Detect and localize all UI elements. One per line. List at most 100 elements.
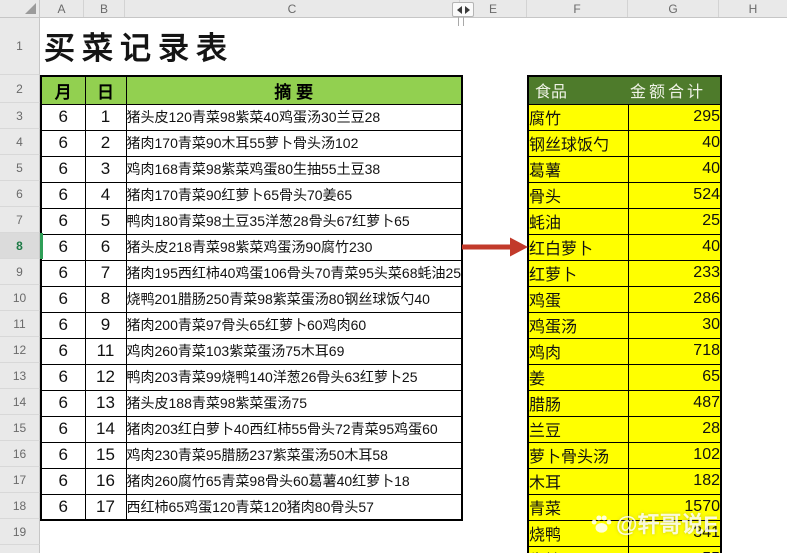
cell-item[interactable]: 葛薯 — [528, 156, 628, 182]
cell-month[interactable]: 6 — [41, 156, 85, 182]
cell-summary[interactable]: 猪肉170青菜90红萝卜65骨头70姜65 — [126, 182, 462, 208]
select-all-corner[interactable] — [0, 0, 40, 17]
cell-day[interactable]: 4 — [85, 182, 126, 208]
cell-total[interactable]: 102 — [628, 442, 721, 468]
cell-item[interactable]: 钢丝球饭勺 — [528, 130, 628, 156]
cell-month[interactable]: 6 — [41, 468, 85, 494]
row-header-8-active[interactable]: 8 — [0, 233, 40, 259]
month-column-header[interactable]: 月 — [41, 76, 85, 104]
cell-item[interactable]: 鸡蛋 — [528, 286, 628, 312]
row-header-7[interactable]: 7 — [0, 207, 40, 233]
cell-item[interactable]: 骨头 — [528, 182, 628, 208]
cell-day[interactable]: 9 — [85, 312, 126, 338]
cell-day[interactable]: 15 — [85, 442, 126, 468]
row-header-16[interactable]: 16 — [0, 441, 40, 467]
cell-summary[interactable]: 鸡肉168青菜98紫菜鸡蛋80生抽55土豆38 — [126, 156, 462, 182]
row-header-15[interactable]: 15 — [0, 415, 40, 441]
cell-month[interactable]: 6 — [41, 390, 85, 416]
cell-total[interactable]: 40 — [628, 130, 721, 156]
row-header-10[interactable]: 10 — [0, 285, 40, 311]
column-header-a[interactable]: A — [40, 0, 84, 17]
cell-total[interactable]: 30 — [628, 312, 721, 338]
row-header-11[interactable]: 11 — [0, 311, 40, 337]
cell-item[interactable]: 蚝油 — [528, 208, 628, 234]
cell-day[interactable]: 8 — [85, 286, 126, 312]
cell-summary[interactable]: 猪肉203红白萝卜40西红柿55骨头72青菜95鸡蛋60 — [126, 416, 462, 442]
cell-day[interactable]: 16 — [85, 468, 126, 494]
cell-day[interactable]: 5 — [85, 208, 126, 234]
cell-total[interactable]: 295 — [628, 104, 721, 130]
row-header-19[interactable]: 19 — [0, 519, 40, 545]
cell-day[interactable]: 14 — [85, 416, 126, 442]
cell-month[interactable]: 6 — [41, 364, 85, 390]
cell-item[interactable]: 萝卜骨头汤 — [528, 442, 628, 468]
cell-total[interactable]: 718 — [628, 338, 721, 364]
day-column-header[interactable]: 日 — [85, 76, 126, 104]
cell-month[interactable]: 6 — [41, 286, 85, 312]
cell-summary[interactable]: 猪肉195西红柿40鸡蛋106骨头70青菜95头菜68蚝油25 — [126, 260, 462, 286]
row-header-4[interactable]: 4 — [0, 129, 40, 155]
cell-day[interactable]: 13 — [85, 390, 126, 416]
row-header-1[interactable]: 1 — [0, 18, 40, 75]
cell-summary[interactable]: 鸡肉260青菜103紫菜蛋汤75木耳69 — [126, 338, 462, 364]
cell-item[interactable]: 腊肠 — [528, 390, 628, 416]
cell-total[interactable]: 40 — [628, 234, 721, 260]
cell-month[interactable]: 6 — [41, 312, 85, 338]
cell-summary[interactable]: 西红柿65鸡蛋120青菜120猪肉80骨头57 — [126, 494, 462, 520]
cell-total[interactable]: 55 — [628, 546, 721, 553]
cell-item[interactable]: 姜 — [528, 364, 628, 390]
column-header-g[interactable]: G — [628, 0, 719, 17]
cell-month[interactable]: 6 — [41, 208, 85, 234]
cell-total[interactable]: 487 — [628, 390, 721, 416]
cell-day[interactable]: 2 — [85, 130, 126, 156]
cell-total[interactable]: 65 — [628, 364, 721, 390]
cell-total[interactable]: 182 — [628, 468, 721, 494]
cell-month[interactable]: 6 — [41, 130, 85, 156]
column-header-c[interactable]: C — [125, 0, 460, 17]
row-header-12[interactable]: 12 — [0, 337, 40, 363]
row-header-9[interactable]: 9 — [0, 259, 40, 285]
row-header-5[interactable]: 5 — [0, 155, 40, 181]
row-header-20[interactable]: 20 — [0, 545, 40, 553]
cell-month[interactable]: 6 — [41, 182, 85, 208]
cell-day[interactable]: 1 — [85, 104, 126, 130]
row-header-18[interactable]: 18 — [0, 493, 40, 519]
cell-month[interactable]: 6 — [41, 260, 85, 286]
cell-summary[interactable]: 烧鸭201腊肠250青菜98紫菜蛋汤80钢丝球饭勺40 — [126, 286, 462, 312]
item-column-header[interactable]: 食品 — [528, 76, 628, 104]
hidden-column-indicator[interactable] — [452, 2, 474, 17]
cell-item[interactable]: 红萝卜 — [528, 260, 628, 286]
cell-total[interactable]: 25 — [628, 208, 721, 234]
cell-day[interactable]: 7 — [85, 260, 126, 286]
cell-day[interactable]: 12 — [85, 364, 126, 390]
row-header-3[interactable]: 3 — [0, 103, 40, 129]
cell-month[interactable]: 6 — [41, 338, 85, 364]
cell-total[interactable]: 40 — [628, 156, 721, 182]
cell-month[interactable]: 6 — [41, 234, 85, 260]
row-header-14[interactable]: 14 — [0, 389, 40, 415]
column-header-b[interactable]: B — [84, 0, 125, 17]
cell-summary[interactable]: 鸭肉180青菜98土豆35洋葱28骨头67红萝卜65 — [126, 208, 462, 234]
cell-month[interactable]: 6 — [41, 442, 85, 468]
cell-item[interactable]: 腐竹 — [528, 104, 628, 130]
column-header-f[interactable]: F — [527, 0, 628, 17]
total-column-header[interactable]: 金额合计 — [628, 76, 721, 104]
cell-day[interactable]: 11 — [85, 338, 126, 364]
cell-total[interactable]: 524 — [628, 182, 721, 208]
cell-item[interactable]: 生抽 — [528, 546, 628, 553]
cell-summary[interactable]: 猪肉170青菜90木耳55萝卜骨头汤102 — [126, 130, 462, 156]
cell-item[interactable]: 木耳 — [528, 468, 628, 494]
cell-summary[interactable]: 猪头皮188青菜98紫菜蛋汤75 — [126, 390, 462, 416]
cell-summary[interactable]: 猪肉260腐竹65青菜98骨头60葛薯40红萝卜18 — [126, 468, 462, 494]
row-header-2[interactable]: 2 — [0, 75, 40, 103]
cell-month[interactable]: 6 — [41, 104, 85, 130]
cell-day[interactable]: 6 — [85, 234, 126, 260]
cell-month[interactable]: 6 — [41, 416, 85, 442]
cell-day[interactable]: 17 — [85, 494, 126, 520]
cell-item[interactable]: 红白萝卜 — [528, 234, 628, 260]
cell-item[interactable]: 鸡肉 — [528, 338, 628, 364]
cell-day[interactable]: 3 — [85, 156, 126, 182]
row-header-13[interactable]: 13 — [0, 363, 40, 389]
cell-summary[interactable]: 鸡肉230青菜95腊肠237紫菜蛋汤50木耳58 — [126, 442, 462, 468]
row-header-6[interactable]: 6 — [0, 181, 40, 207]
